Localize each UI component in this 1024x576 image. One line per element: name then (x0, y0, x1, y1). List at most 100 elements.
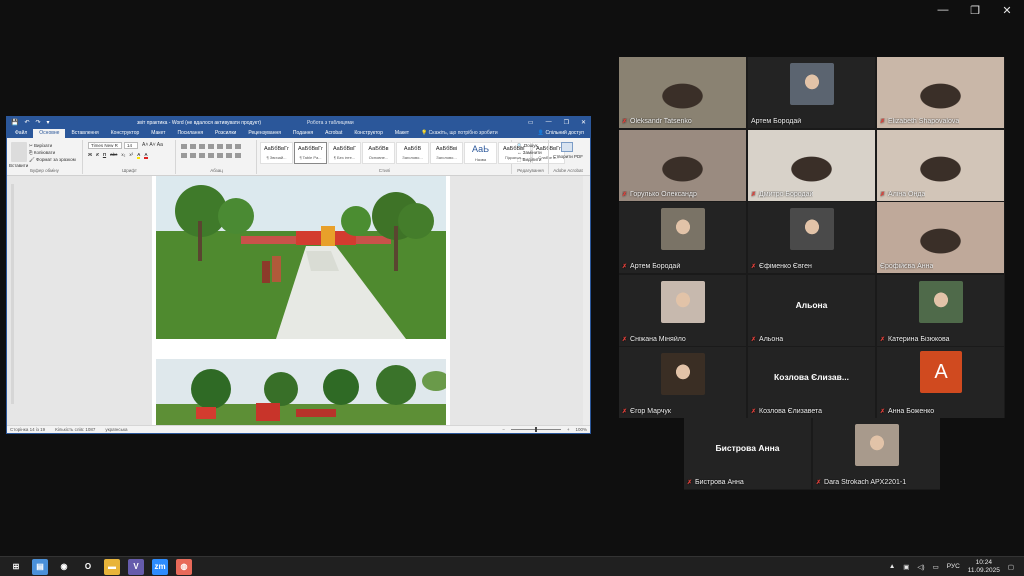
ribbon-display-icon[interactable]: ▭ (528, 119, 534, 126)
participant-tile[interactable]: Бистрова Анна ✗ Бистрова Анна (684, 418, 811, 489)
viber-icon[interactable]: V (128, 558, 144, 575)
save-icon[interactable]: 💾 (11, 119, 18, 126)
participant-tile[interactable]: Козлова Єлизав... ✗ Козлова Єлизавета (748, 347, 875, 418)
bullets-icon[interactable] (181, 144, 187, 149)
page-count[interactable]: Сторінка 14 із 19 (10, 427, 45, 432)
file-explorer-icon[interactable]: ▬ (104, 558, 120, 575)
tab-review[interactable]: Рецензування (242, 129, 287, 138)
tab-file[interactable]: Файл (9, 129, 33, 138)
participant-tile[interactable]: ✗ Єфіменко Євген (748, 202, 875, 273)
zoom-in-icon[interactable]: + (567, 427, 570, 432)
playground-rendering-image[interactable] (156, 359, 446, 425)
language-indicator[interactable]: українська (105, 427, 127, 432)
zoom-slider[interactable] (510, 427, 561, 432)
line-spacing-icon[interactable] (217, 153, 223, 158)
volume-icon[interactable]: ◁) (917, 563, 924, 571)
create-pdf-button[interactable]: Створити PDF (550, 154, 586, 159)
style-item[interactable]: АаБбВвГг ¶ Звичай... (260, 142, 293, 164)
tab-home[interactable]: Основне (33, 129, 66, 138)
style-item[interactable]: АаБбВ Заголово... (396, 142, 429, 164)
tab-table-layout[interactable]: Макет (389, 129, 415, 138)
document-area[interactable] (7, 176, 590, 425)
style-item[interactable]: АаБбВвГг ¶ Table Pa... (294, 142, 327, 164)
minimize-icon[interactable]: — (936, 4, 950, 17)
park-rendering-image[interactable] (156, 176, 446, 339)
vertical-scrollbar[interactable] (583, 176, 590, 425)
italic-button[interactable]: К (96, 152, 99, 159)
sort-icon[interactable] (226, 144, 232, 149)
tab-design[interactable]: Конструктор (105, 129, 146, 138)
tab-mailings[interactable]: Розсилки (209, 129, 242, 138)
bold-button[interactable]: Ж (88, 152, 92, 159)
increase-indent-icon[interactable] (217, 144, 223, 149)
participant-tile[interactable]: ✗ Elizabeth Shapovalova (877, 57, 1004, 128)
paste-icon[interactable] (11, 142, 27, 162)
participant-tile[interactable]: ✗ Горулько Олександр (619, 129, 746, 201)
style-item[interactable]: АаБбВві Заголово... (430, 142, 463, 164)
shading-icon[interactable] (226, 153, 232, 158)
numbering-icon[interactable] (190, 144, 196, 149)
word-minimize-icon[interactable]: — (546, 119, 552, 126)
participant-tile[interactable]: A ✗ Анна Боженко (877, 347, 1004, 418)
participant-tile[interactable]: ✗ Dara Strokach APX2201-1 (813, 418, 940, 489)
align-right-icon[interactable] (199, 153, 205, 158)
justify-icon[interactable] (208, 153, 214, 158)
zoom-out-icon[interactable]: − (502, 427, 505, 432)
create-pdf-icon[interactable] (561, 142, 573, 152)
align-center-icon[interactable] (190, 153, 196, 158)
close-icon[interactable]: ✕ (1000, 4, 1014, 17)
windows-start-icon[interactable]: ⊞ (8, 559, 24, 575)
select-button[interactable]: ⬚ Виділити (517, 156, 542, 163)
share-button[interactable]: 👤 Спільний доступ (532, 130, 590, 138)
style-item[interactable]: АаЬ Назва (464, 142, 497, 164)
font-size-select[interactable]: 14 (124, 142, 138, 149)
decrease-indent-icon[interactable] (208, 144, 214, 149)
font-color-button[interactable]: A (144, 152, 148, 159)
word-count[interactable]: Кількість слів: 1087 (55, 427, 95, 432)
network-icon[interactable]: ▣ (903, 563, 909, 571)
clock[interactable]: 10:24 11.09.2025 (968, 559, 1000, 574)
participant-tile[interactable]: Альона ✗ Альона (748, 274, 875, 346)
strikethrough-button[interactable]: abc (110, 152, 117, 159)
chrome-icon[interactable]: ◉ (56, 559, 72, 575)
participant-tile[interactable]: Артем Бородай (748, 57, 875, 128)
participant-tile[interactable]: ✗ Аліна Онда (877, 129, 1004, 201)
font-grow-icon[interactable]: A˄ A˅ Aa (142, 142, 163, 148)
highlight-button[interactable]: A (137, 152, 141, 159)
participant-tile[interactable]: ✗ Oleksandr Tatsenko (619, 57, 746, 128)
paint-app-icon[interactable]: ◍ (176, 558, 192, 575)
style-item[interactable]: АаБбВв Основне... (362, 142, 395, 164)
tab-table-design[interactable]: Конструктор (348, 129, 389, 138)
participant-tile[interactable]: Єрофійєва Анна (877, 202, 1004, 273)
font-name-select[interactable]: Times New R (88, 142, 122, 149)
notifications-icon[interactable]: ▢ (1008, 563, 1014, 571)
customize-icon[interactable]: ▾ (47, 119, 50, 126)
participant-tile[interactable]: ✗ Артем Бородай (619, 202, 746, 273)
tab-acrobat[interactable]: Acrobat (319, 129, 348, 138)
battery-icon[interactable]: ▭ (933, 563, 939, 571)
word-close-icon[interactable]: ✕ (581, 119, 586, 126)
tab-view[interactable]: Подання (287, 129, 319, 138)
participant-tile[interactable]: ✗ Сніжана Міняйло (619, 274, 746, 346)
participant-tile[interactable]: ✗ Катерина Бізюкова (877, 274, 1004, 346)
participant-tile[interactable]: ✗ Дмитро Бородай (748, 129, 875, 201)
tell-me-search[interactable]: 💡 Скажіть, що потрібно зробити (421, 130, 498, 138)
participant-tile[interactable]: ✗ Єгор Марчук (619, 347, 746, 418)
undo-icon[interactable]: ↶ (24, 119, 29, 126)
zoom-app-icon[interactable]: zm (152, 558, 168, 575)
multilevel-icon[interactable] (199, 144, 205, 149)
align-left-icon[interactable] (181, 153, 187, 158)
redo-icon[interactable]: ↷ (36, 119, 41, 126)
pilcrow-icon[interactable] (235, 144, 241, 149)
cut-button[interactable]: ✂ Вирізати (29, 143, 52, 149)
restore-icon[interactable]: ❐ (968, 4, 982, 17)
find-button[interactable]: 🔍 Пошук (517, 142, 542, 149)
zoom-level[interactable]: 100% (575, 427, 587, 432)
tab-insert[interactable]: Вставлення (65, 129, 104, 138)
tray-chevron-icon[interactable]: ▲ (889, 563, 895, 570)
tab-references[interactable]: Посилання (171, 129, 209, 138)
copy-button[interactable]: ⎘ Копіювати (29, 150, 55, 155)
document-page[interactable] (152, 176, 450, 425)
superscript-button[interactable]: x² (129, 152, 133, 159)
style-item[interactable]: АаБбВвГ ¶ Без інте... (328, 142, 361, 164)
